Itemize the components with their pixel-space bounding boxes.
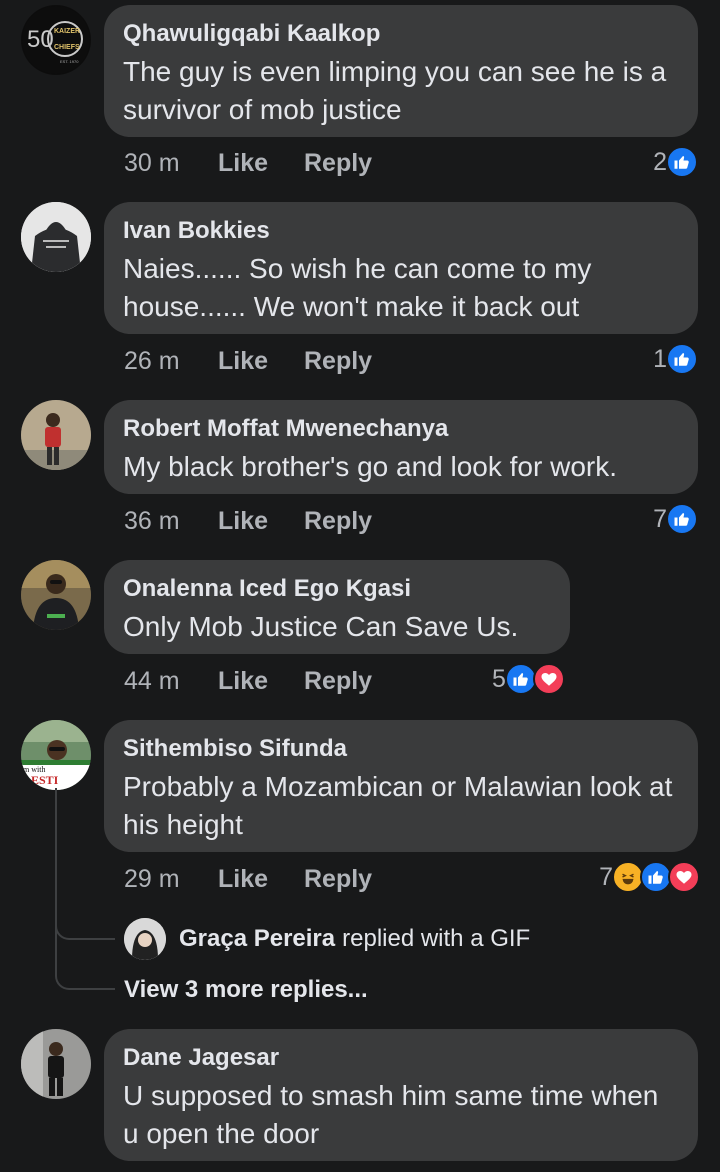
- hoodie-avatar-icon: [21, 202, 91, 272]
- thread-branch: [55, 930, 115, 990]
- comment-bubble[interactable]: Dane Jagesar U supposed to smash him sam…: [104, 1029, 698, 1161]
- reaction-count: 5: [492, 664, 506, 693]
- comment-bubble[interactable]: Qhawuligqabi Kaalkop The guy is even lim…: [104, 5, 698, 137]
- svg-text:EST. 1970: EST. 1970: [60, 59, 79, 64]
- comment-text: U supposed to smash him same time when u…: [123, 1080, 659, 1149]
- profile-photo-icon: [21, 560, 91, 630]
- reaction-summary[interactable]: 1: [653, 343, 698, 375]
- profile-photo-icon: [21, 400, 91, 470]
- reaction-count: 2: [653, 147, 667, 176]
- comment-time[interactable]: 26 m: [124, 347, 218, 376]
- comment-text: Probably a Mozambican or Malawian look a…: [123, 771, 673, 840]
- comment-author[interactable]: Qhawuligqabi Kaalkop: [123, 19, 679, 49]
- like-button[interactable]: Like: [218, 347, 304, 376]
- profile-banner-icon: m with LESTI: [21, 720, 91, 790]
- comment-text: My black brother's go and look for work.: [123, 451, 618, 482]
- reaction-count: 7: [599, 862, 613, 891]
- avatar[interactable]: [21, 560, 91, 630]
- like-button[interactable]: Like: [218, 667, 304, 696]
- avatar[interactable]: [21, 202, 91, 272]
- comment-actions: 30 m Like Reply: [124, 149, 372, 178]
- reply-button[interactable]: Reply: [304, 347, 372, 376]
- profile-photo-icon: [21, 1029, 91, 1099]
- svg-text:KAIZER: KAIZER: [54, 28, 80, 35]
- reply-avatar: [124, 918, 166, 960]
- comment-text: Only Mob Justice Can Save Us.: [123, 611, 519, 642]
- love-reaction-icon: [668, 861, 700, 893]
- comment-time[interactable]: 36 m: [124, 507, 218, 536]
- comment-text: Naies...... So wish he can come to my ho…: [123, 253, 592, 322]
- comment-actions: 29 m Like Reply: [124, 865, 372, 894]
- reaction-summary[interactable]: 7: [653, 503, 698, 535]
- reaction-count: 7: [653, 504, 667, 533]
- like-button[interactable]: Like: [218, 507, 304, 536]
- reply-button[interactable]: Reply: [304, 865, 372, 894]
- like-reaction-icon: [666, 343, 698, 375]
- comment-author[interactable]: Robert Moffat Mwenechanya: [123, 414, 679, 444]
- comment-time[interactable]: 44 m: [124, 667, 218, 696]
- like-button[interactable]: Like: [218, 865, 304, 894]
- comment-bubble[interactable]: Ivan Bokkies Naies...... So wish he can …: [104, 202, 698, 334]
- reaction-summary[interactable]: 7: [599, 861, 700, 893]
- comment-text: The guy is even limping you can see he i…: [123, 56, 667, 125]
- comment-time[interactable]: 30 m: [124, 149, 218, 178]
- comment-author[interactable]: Sithembiso Sifunda: [123, 734, 679, 764]
- comment-time[interactable]: 29 m: [124, 865, 218, 894]
- love-reaction-icon: [532, 663, 565, 695]
- reply-button[interactable]: Reply: [304, 667, 372, 696]
- reply-summary: replied with a GIF: [342, 925, 531, 952]
- comment-author[interactable]: Ivan Bokkies: [123, 216, 679, 246]
- svg-text:LESTI: LESTI: [23, 773, 59, 787]
- like-button[interactable]: Like: [218, 149, 304, 178]
- comment-bubble[interactable]: Onalenna Iced Ego Kgasi Only Mob Justice…: [104, 560, 570, 654]
- avatar[interactable]: m with LESTI: [21, 720, 91, 790]
- profile-photo-icon: [124, 918, 166, 960]
- reply-button[interactable]: Reply: [304, 149, 372, 178]
- reply-button[interactable]: Reply: [304, 507, 372, 536]
- avatar[interactable]: [21, 400, 91, 470]
- like-reaction-icon: [666, 503, 698, 535]
- reaction-summary[interactable]: 2: [653, 146, 698, 178]
- avatar[interactable]: [21, 1029, 91, 1099]
- like-reaction-icon: [666, 146, 698, 178]
- avatar[interactable]: 50 KAIZER CHIEFS EST. 1970: [21, 5, 91, 75]
- comment-actions: 44 m Like Reply: [124, 667, 372, 696]
- reply-author[interactable]: Graça Pereira: [179, 925, 335, 953]
- reply-preview[interactable]: Graça Pereira replied with a GIF: [124, 918, 530, 960]
- comment-actions: 26 m Like Reply: [124, 347, 372, 376]
- reaction-count: 1: [653, 344, 667, 373]
- comment-bubble[interactable]: Sithembiso Sifunda Probably a Mozambican…: [104, 720, 698, 852]
- comment-actions: 36 m Like Reply: [124, 507, 372, 536]
- comment-author[interactable]: Dane Jagesar: [123, 1043, 679, 1073]
- view-more-replies-button[interactable]: View 3 more replies...: [124, 976, 368, 1004]
- kaizer-chiefs-logo-icon: 50 KAIZER CHIEFS EST. 1970: [22, 6, 90, 74]
- comment-author[interactable]: Onalenna Iced Ego Kgasi: [123, 574, 551, 604]
- reaction-summary[interactable]: 5: [492, 663, 565, 695]
- svg-text:CHIEFS: CHIEFS: [54, 44, 80, 51]
- comment-bubble[interactable]: Robert Moffat Mwenechanya My black broth…: [104, 400, 698, 494]
